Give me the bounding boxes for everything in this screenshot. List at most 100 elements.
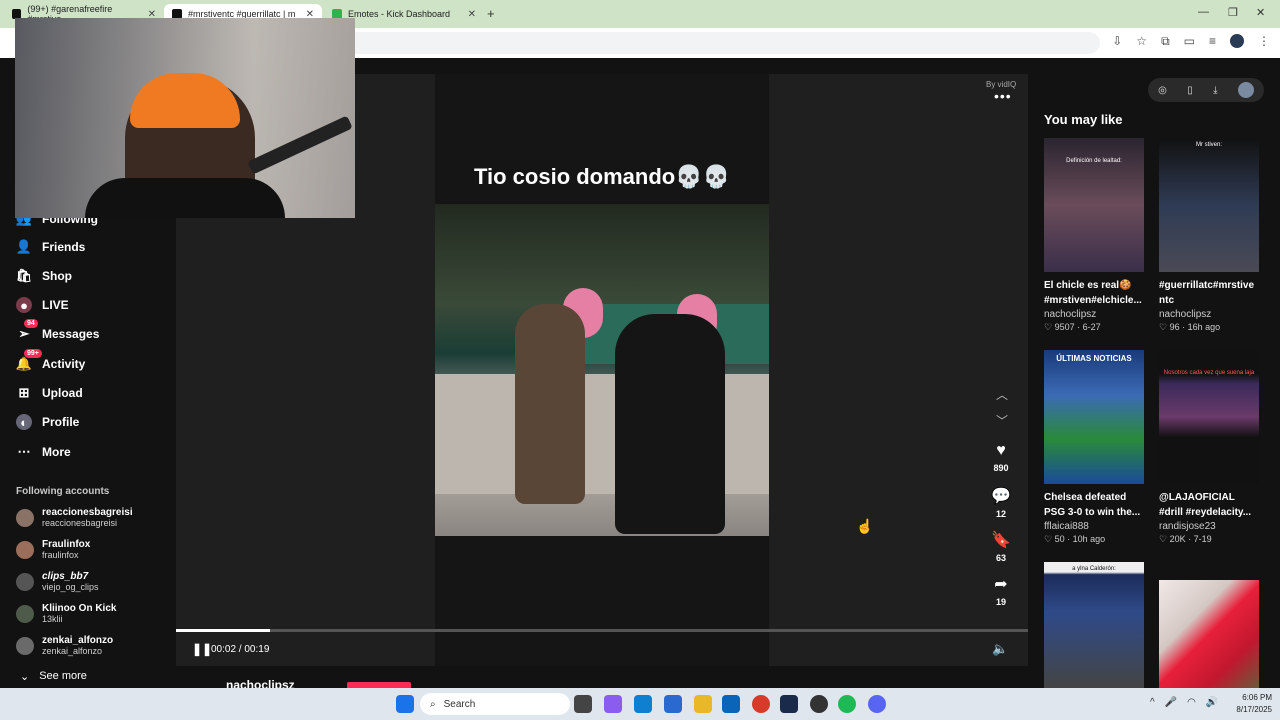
microphone-icon[interactable]: 🎤 (1165, 697, 1177, 708)
comment-button[interactable]: 💬 12 (988, 486, 1014, 519)
video-meta: ♡ 96 · 16h ago (1159, 322, 1221, 332)
video-frame[interactable] (435, 204, 769, 536)
see-more-label: See more (39, 670, 87, 682)
cast-icon[interactable]: ▭ (1184, 34, 1195, 49)
file-explorer-icon[interactable] (694, 695, 712, 713)
bookmark-star-icon[interactable]: ☆ (1136, 34, 1147, 49)
sidebar-item-more[interactable]: ⋯ More (16, 444, 71, 460)
discord-icon[interactable] (868, 695, 886, 713)
video-author[interactable]: fflaicai888 (1044, 521, 1144, 532)
recommended-video[interactable]: Definición de lealtad: El chicle es real… (1044, 138, 1144, 333)
sidebar-item-label: Profile (42, 415, 80, 429)
video-author[interactable]: nachoclipsz (1044, 309, 1144, 320)
sidebar-item-live[interactable]: ● LIVE (16, 297, 69, 313)
recommendations-panel: ◎ ▯ ⤓ You may like Definición de lealtad… (1028, 58, 1280, 688)
obs-icon[interactable] (810, 695, 828, 713)
video-thumbnail[interactable]: ÚLTIMAS NOTICIAS (1044, 350, 1144, 484)
sidebar-item-label: Messages (42, 327, 100, 341)
video-thumbnail[interactable] (1159, 580, 1259, 688)
tab-label: Emotes - Kick Dashboard (348, 9, 451, 19)
outlook-icon[interactable] (722, 695, 740, 713)
recommended-video[interactable]: ÚLTIMAS NOTICIAS Chelsea defeated PSG 3-… (1044, 350, 1144, 545)
taskbar-search[interactable]: ⌕ Search (420, 693, 570, 715)
install-app-icon[interactable]: ⇩ (1112, 34, 1122, 49)
share-count: 19 (995, 597, 1006, 607)
edge-icon[interactable] (634, 695, 652, 713)
pause-icon[interactable]: ❚❚ (192, 642, 212, 656)
windows-start-icon[interactable] (396, 695, 414, 713)
following-account[interactable]: zenkai_alfonzo zenkai_alfonzo (16, 635, 113, 657)
progress-bar[interactable] (176, 629, 1028, 632)
recommended-video[interactable]: a ylna Calderón: (1044, 562, 1144, 688)
video-thumbnail[interactable]: a ylna Calderón: (1044, 562, 1144, 688)
video-author[interactable]: randisjose23 (1159, 521, 1259, 532)
download-icon[interactable]: ⤓ (1213, 85, 1217, 96)
compass-icon[interactable]: ◎ (1158, 85, 1167, 96)
steam-icon[interactable] (780, 695, 798, 713)
restore-icon[interactable]: ❐ (1228, 6, 1238, 19)
new-tab-button[interactable]: + (487, 6, 495, 21)
close-tab-icon[interactable]: ✕ (468, 9, 476, 20)
see-more-button[interactable]: ⌄ See more (20, 670, 87, 683)
chrome-icon[interactable] (752, 695, 770, 713)
following-account[interactable]: clips_bb7 viejo_og_clips (16, 571, 99, 593)
windows-taskbar: ⌕ Search ^ 🎤 ◠ 🔊 6:06 PM 8/17/2025 (0, 688, 1280, 720)
task-view-icon[interactable] (574, 695, 592, 713)
profile-avatar-icon[interactable] (1237, 82, 1254, 98)
spotify-icon[interactable] (838, 695, 856, 713)
extensions-icon[interactable]: ⧉ (1161, 34, 1170, 49)
share-button[interactable]: ➦ 19 (988, 574, 1014, 607)
sidebar-item-label: Activity (42, 357, 86, 371)
chevron-down-icon[interactable]: ﹀ (996, 412, 1008, 429)
like-button[interactable]: ♥ 890 (988, 442, 1014, 473)
following-account[interactable]: Fraulinfox fraulinfox (16, 539, 90, 561)
sidebar-item-upload[interactable]: ⊞ Upload (16, 385, 83, 401)
sidebar-item-label: Upload (42, 386, 83, 400)
sidebar-item-activity[interactable]: 🔔 99+ Activity (16, 349, 86, 372)
speaker-icon[interactable]: 🔊 (1206, 697, 1218, 708)
avatar (16, 509, 34, 527)
video-thumbnail[interactable]: Mr stiven: (1159, 138, 1259, 272)
following-account[interactable]: Kliinoo On Kick 13klii (16, 603, 116, 625)
video-thumbnail[interactable]: Nosotros cada vez que suena laja (1159, 350, 1259, 484)
wifi-icon[interactable]: ◠ (1187, 697, 1196, 708)
avatar (16, 573, 34, 591)
avatar (16, 605, 34, 623)
volume-icon[interactable]: 🔈 (992, 641, 1008, 657)
toolbar-icons: ⇩ ☆ ⧉ ▭ ≡ ⋮ (1112, 34, 1270, 49)
video-thumbnail[interactable]: Definición de lealtad: (1044, 138, 1144, 272)
recommended-video[interactable]: Nosotros cada vez que suena laja @LAJAOF… (1159, 350, 1259, 545)
clock[interactable]: 6:06 PM 8/17/2025 (1236, 692, 1272, 716)
video-author[interactable]: nachoclipsz (1159, 309, 1259, 320)
profile-avatar-icon[interactable] (1230, 34, 1244, 48)
device-icon[interactable]: ▯ (1187, 85, 1193, 96)
copilot-icon[interactable] (604, 695, 622, 713)
heart-icon: ♥ (996, 442, 1006, 459)
store-icon[interactable] (664, 695, 682, 713)
chevron-up-icon[interactable]: ︿ (996, 386, 1008, 403)
sidebar-item-profile[interactable]: ◐ Profile (16, 414, 79, 430)
minimize-icon[interactable]: — (1198, 6, 1209, 18)
avatar (16, 541, 34, 559)
profile-icon: ◐ (16, 414, 32, 430)
account-handle: viejo_og_clips (42, 582, 99, 592)
sidebar-item-shop[interactable]: 🛍 Shop (16, 268, 72, 284)
sidebar-item-messages[interactable]: ➢ 94 Messages (16, 319, 100, 342)
more-options-icon[interactable]: ••• (994, 88, 1012, 104)
address-bar[interactable] (340, 32, 1100, 54)
chevron-up-icon[interactable]: ^ (1150, 697, 1155, 708)
close-window-icon[interactable]: ✕ (1256, 6, 1265, 19)
sidebar-item-friends[interactable]: 👤 Friends (16, 239, 85, 255)
following-account[interactable]: reaccionesbagreisi reaccionesbagreisi (16, 507, 133, 529)
clock-time: 6:06 PM (1242, 693, 1272, 702)
recommended-video[interactable]: Mr stiven: #guerrillatc#mrstive ntc nach… (1159, 138, 1259, 333)
recommended-video[interactable] (1159, 580, 1259, 688)
clock-date: 8/17/2025 (1236, 705, 1272, 714)
more-icon: ⋯ (17, 444, 31, 459)
hand-cursor-icon: ☝ (856, 518, 874, 534)
media-control-icon[interactable]: ≡ (1209, 34, 1216, 49)
save-button[interactable]: 🔖 63 (988, 530, 1014, 563)
browser-menu-icon[interactable]: ⋮ (1258, 34, 1270, 49)
account-name: reaccionesbagreisi (42, 507, 133, 518)
sidebar-item-label: Shop (42, 269, 72, 283)
